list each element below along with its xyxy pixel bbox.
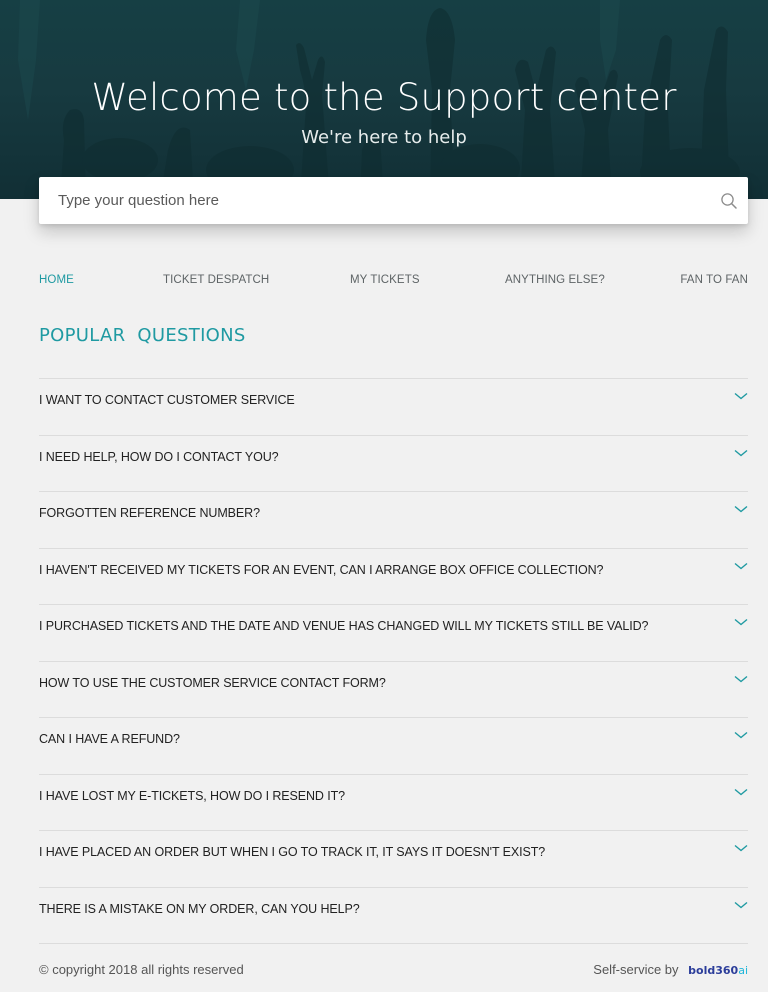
copyright-text: © copyright 2018 all rights reserved <box>39 962 244 977</box>
faq-question[interactable]: I HAVE LOST MY E-TICKETS, HOW DO I RESEN… <box>39 788 345 804</box>
faq-question[interactable]: I NEED HELP, HOW DO I CONTACT YOU? <box>39 449 279 465</box>
faq-item[interactable]: I PURCHASED TICKETS AND THE DATE AND VEN… <box>39 605 748 662</box>
powered-by-label: Self-service by <box>593 962 679 977</box>
nav-item-my-tickets[interactable]: MY TICKETS <box>350 272 420 288</box>
faq-list: I WANT TO CONTACT CUSTOMER SERVICE I NEE… <box>39 378 748 944</box>
faq-question[interactable]: THERE IS A MISTAKE ON MY ORDER, CAN YOU … <box>39 901 360 917</box>
chevron-down-icon[interactable] <box>734 788 748 797</box>
faq-item[interactable]: I HAVEN'T RECEIVED MY TICKETS FOR AN EVE… <box>39 549 748 605</box>
bold360-logo[interactable]: bold360ai <box>688 964 748 977</box>
faq-item[interactable]: I HAVE LOST MY E-TICKETS, HOW DO I RESEN… <box>39 775 748 831</box>
chevron-down-icon[interactable] <box>734 562 748 571</box>
faq-item[interactable]: HOW TO USE THE CUSTOMER SERVICE CONTACT … <box>39 662 748 718</box>
chevron-down-icon[interactable] <box>734 675 748 684</box>
brand-name: bold360 <box>688 964 739 977</box>
page-subtitle: We're here to help <box>301 127 467 148</box>
hero-banner: Welcome to the Support center We're here… <box>0 0 768 199</box>
faq-question[interactable]: I HAVE PLACED AN ORDER BUT WHEN I GO TO … <box>39 844 545 860</box>
faq-item[interactable]: CAN I HAVE A REFUND? <box>39 718 748 775</box>
faq-question[interactable]: HOW TO USE THE CUSTOMER SERVICE CONTACT … <box>39 675 386 691</box>
chevron-down-icon[interactable] <box>734 844 748 853</box>
chevron-down-icon[interactable] <box>734 392 748 401</box>
popular-questions-heading: POPULAR QUESTIONS <box>39 325 246 346</box>
faq-question[interactable]: I PURCHASED TICKETS AND THE DATE AND VEN… <box>39 618 648 634</box>
chevron-down-icon[interactable] <box>734 618 748 627</box>
faq-question[interactable]: I HAVEN'T RECEIVED MY TICKETS FOR AN EVE… <box>39 562 604 578</box>
search-input[interactable] <box>39 177 719 224</box>
faq-question[interactable]: CAN I HAVE A REFUND? <box>39 731 180 747</box>
chevron-down-icon[interactable] <box>734 731 748 740</box>
powered-by: Self-service by bold360ai <box>593 961 748 980</box>
search-icon[interactable] <box>720 192 738 210</box>
faq-item[interactable]: FORGOTTEN REFERENCE NUMBER? <box>39 492 748 549</box>
faq-question[interactable]: I WANT TO CONTACT CUSTOMER SERVICE <box>39 392 295 408</box>
nav-item-anything-else[interactable]: ANYTHING ELSE? <box>505 272 605 288</box>
page-title: Welcome to the Support center <box>91 76 677 119</box>
faq-question[interactable]: FORGOTTEN REFERENCE NUMBER? <box>39 505 260 521</box>
search-box <box>39 177 748 224</box>
nav-item-fan-to-fan[interactable]: FAN TO FAN <box>680 272 748 288</box>
faq-item[interactable]: I WANT TO CONTACT CUSTOMER SERVICE <box>39 379 748 436</box>
nav-item-home[interactable]: HOME <box>39 272 74 288</box>
brand-suffix: ai <box>738 964 748 977</box>
faq-item[interactable]: THERE IS A MISTAKE ON MY ORDER, CAN YOU … <box>39 888 748 944</box>
nav-item-ticket-despatch[interactable]: TICKET DESPATCH <box>163 272 269 288</box>
chevron-down-icon[interactable] <box>734 901 748 910</box>
chevron-down-icon[interactable] <box>734 449 748 458</box>
chevron-down-icon[interactable] <box>734 505 748 514</box>
category-nav: HOME TICKET DESPATCH MY TICKETS ANYTHING… <box>39 272 748 288</box>
faq-item[interactable]: I NEED HELP, HOW DO I CONTACT YOU? <box>39 436 748 492</box>
faq-item[interactable]: I HAVE PLACED AN ORDER BUT WHEN I GO TO … <box>39 831 748 888</box>
